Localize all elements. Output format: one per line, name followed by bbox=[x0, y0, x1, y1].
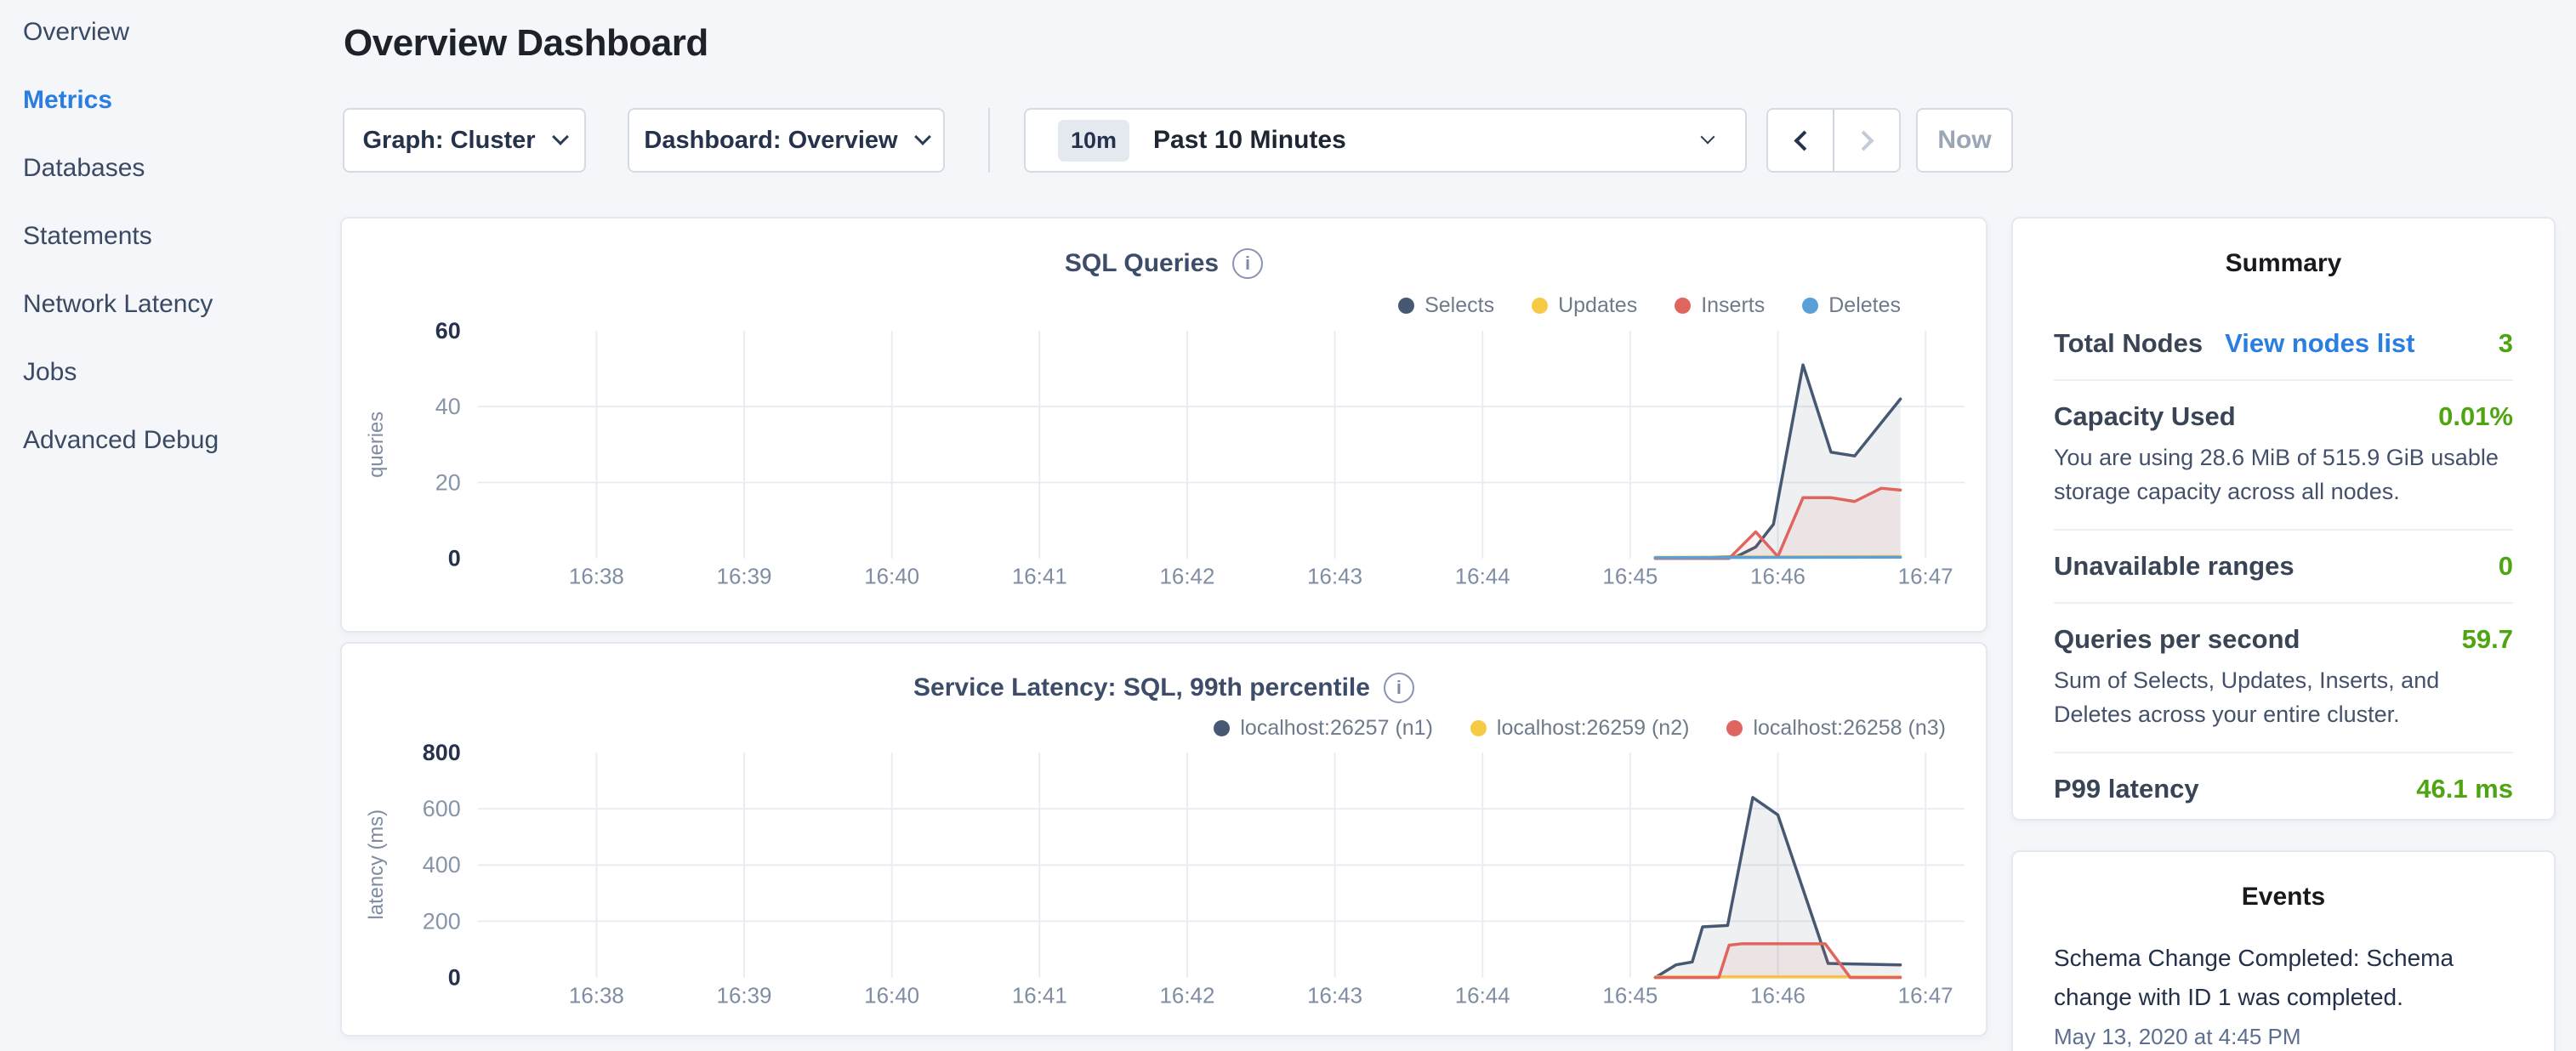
x-tick-label: 16:42 bbox=[1159, 984, 1214, 1008]
graph-scope-label: Graph: Cluster bbox=[362, 127, 535, 155]
sidebar-item-network-latency[interactable]: Network Latency bbox=[23, 291, 329, 318]
summary-row: Unavailable ranges 0 bbox=[2054, 531, 2513, 604]
time-range-badge: 10m bbox=[1058, 120, 1129, 162]
time-forward-button[interactable] bbox=[1834, 110, 1899, 171]
x-tick-label: 16:39 bbox=[717, 565, 772, 589]
time-step-buttons bbox=[1766, 108, 1901, 173]
now-button-label: Now bbox=[1937, 126, 1991, 155]
events-title: Events bbox=[2054, 883, 2513, 912]
y-tick-label: 400 bbox=[423, 852, 461, 878]
event-timestamp: May 13, 2020 at 4:45 PM bbox=[2054, 1024, 2513, 1050]
summary-panel: Summary Total Nodes View nodes list 3 Capac… bbox=[2011, 217, 2556, 821]
x-tick-label: 16:41 bbox=[1012, 984, 1067, 1008]
chevron-right-icon bbox=[1853, 130, 1874, 151]
summary-row: Total Nodes View nodes list 3 bbox=[2054, 308, 2513, 381]
x-tick-label: 16:47 bbox=[1898, 984, 1953, 1008]
y-axis-label: latency (ms) bbox=[365, 810, 388, 919]
sidebar: Overview Metrics Databases Statements Networ… bbox=[23, 19, 329, 495]
chevron-down-icon bbox=[1701, 130, 1715, 145]
x-tick-label: 16:40 bbox=[864, 565, 919, 589]
summary-row-label: Total Nodes bbox=[2054, 328, 2203, 359]
x-tick-label: 16:44 bbox=[1455, 565, 1510, 589]
x-tick-label: 16:41 bbox=[1012, 565, 1067, 589]
x-tick-label: 16:42 bbox=[1159, 565, 1214, 589]
y-tick-label: 0 bbox=[448, 546, 461, 571]
sidebar-item-metrics[interactable]: Metrics bbox=[23, 87, 329, 114]
dashboard-dropdown[interactable]: Dashboard: Overview bbox=[628, 108, 945, 173]
y-tick-label: 800 bbox=[423, 740, 461, 765]
events-panel: Events Schema Change Completed: Schema c… bbox=[2011, 850, 2556, 1051]
graph-scope-dropdown[interactable]: Graph: Cluster bbox=[343, 108, 586, 173]
x-tick-label: 16:43 bbox=[1307, 565, 1362, 589]
y-tick-label: 600 bbox=[423, 796, 461, 821]
y-tick-label: 20 bbox=[435, 469, 461, 495]
summary-row-value: 0.01% bbox=[2438, 401, 2513, 432]
service-latency-chart-plot[interactable]: 16:38 16:39 16:40 16:41 16:42 16:43 16:44 16:45… bbox=[342, 644, 1986, 1035]
summary-row: Queries per second 59.7 Sum of Selects, Up… bbox=[2054, 604, 2513, 753]
sql-queries-chart-card: SQL Queries SelectsUpdatesInsertsDeletes… bbox=[340, 217, 1987, 633]
summary-rows: Total Nodes View nodes list 3 Capacity Used… bbox=[2054, 308, 2513, 825]
x-tick-label: 16:40 bbox=[864, 984, 919, 1008]
x-tick-label: 16:47 bbox=[1898, 565, 1953, 589]
sidebar-item-jobs[interactable]: Jobs bbox=[23, 359, 329, 386]
y-tick-label: 60 bbox=[435, 318, 461, 344]
time-range-dropdown[interactable]: 10m Past 10 Minutes bbox=[1024, 108, 1747, 173]
sidebar-list: Overview Metrics Databases Statements Networ… bbox=[23, 19, 329, 454]
view-nodes-link[interactable]: View nodes list bbox=[2225, 328, 2414, 359]
summary-row-label: P99 latency bbox=[2054, 774, 2199, 804]
service-latency-chart-card: Service Latency: SQL, 99th percentile lo… bbox=[340, 642, 1987, 1037]
summary-title: Summary bbox=[2054, 249, 2513, 278]
x-tick-label: 16:38 bbox=[569, 565, 624, 589]
time-range-label: Past 10 Minutes bbox=[1153, 126, 1346, 155]
chevron-down-icon bbox=[552, 128, 569, 145]
summary-row-label: Unavailable ranges bbox=[2054, 551, 2295, 582]
summary-row-label: Capacity Used bbox=[2054, 401, 2236, 432]
x-tick-label: 16:43 bbox=[1307, 984, 1362, 1008]
chevron-left-icon bbox=[1794, 130, 1814, 151]
dashboard-label: Dashboard: Overview bbox=[644, 127, 897, 155]
summary-row-subtext: You are using 28.6 MiB of 515.9 GiB usab… bbox=[2054, 440, 2513, 508]
y-axis-label: queries bbox=[365, 412, 388, 478]
event-text: Schema Change Completed: Schema change w… bbox=[2054, 939, 2513, 1017]
now-button[interactable]: Now bbox=[1916, 108, 2013, 173]
sidebar-item-advanced-debug[interactable]: Advanced Debug bbox=[23, 427, 329, 454]
x-tick-label: 16:39 bbox=[717, 984, 772, 1008]
y-tick-label: 40 bbox=[435, 394, 461, 419]
x-tick-label: 16:46 bbox=[1750, 984, 1805, 1008]
x-tick-label: 16:45 bbox=[1602, 984, 1658, 1008]
events-list: Schema Change Completed: Schema change w… bbox=[2054, 939, 2513, 1050]
chevron-down-icon bbox=[914, 128, 931, 145]
sidebar-item-statements[interactable]: Statements bbox=[23, 223, 329, 250]
summary-row: P99 latency 46.1 ms bbox=[2054, 753, 2513, 825]
summary-row-subtext: Sum of Selects, Updates, Inserts, and De… bbox=[2054, 663, 2513, 731]
controls-divider bbox=[988, 108, 990, 173]
sidebar-item-databases[interactable]: Databases bbox=[23, 155, 329, 182]
y-tick-label: 200 bbox=[423, 908, 461, 934]
page-title: Overview Dashboard bbox=[344, 22, 708, 65]
summary-row-value: 0 bbox=[2499, 551, 2513, 582]
event-item: Schema Change Completed: Schema change w… bbox=[2054, 939, 2513, 1050]
x-tick-label: 16:45 bbox=[1602, 565, 1658, 589]
sidebar-item-overview[interactable]: Overview bbox=[23, 19, 329, 46]
sql-queries-chart-plot[interactable]: 16:38 16:39 16:40 16:41 16:42 16:43 16:44 16:45… bbox=[342, 219, 1986, 631]
y-tick-label: 0 bbox=[448, 965, 461, 991]
summary-row-label: Queries per second bbox=[2054, 624, 2300, 655]
summary-row-value: 46.1 ms bbox=[2416, 774, 2513, 804]
x-tick-label: 16:38 bbox=[569, 984, 624, 1008]
x-tick-label: 16:44 bbox=[1455, 984, 1510, 1008]
summary-row-value: 3 bbox=[2499, 328, 2513, 359]
x-tick-label: 16:46 bbox=[1750, 565, 1805, 589]
time-back-button[interactable] bbox=[1768, 110, 1834, 171]
summary-row: Capacity Used 0.01% You are using 28.6 MiB… bbox=[2054, 381, 2513, 531]
summary-row-value: 59.7 bbox=[2462, 624, 2513, 655]
